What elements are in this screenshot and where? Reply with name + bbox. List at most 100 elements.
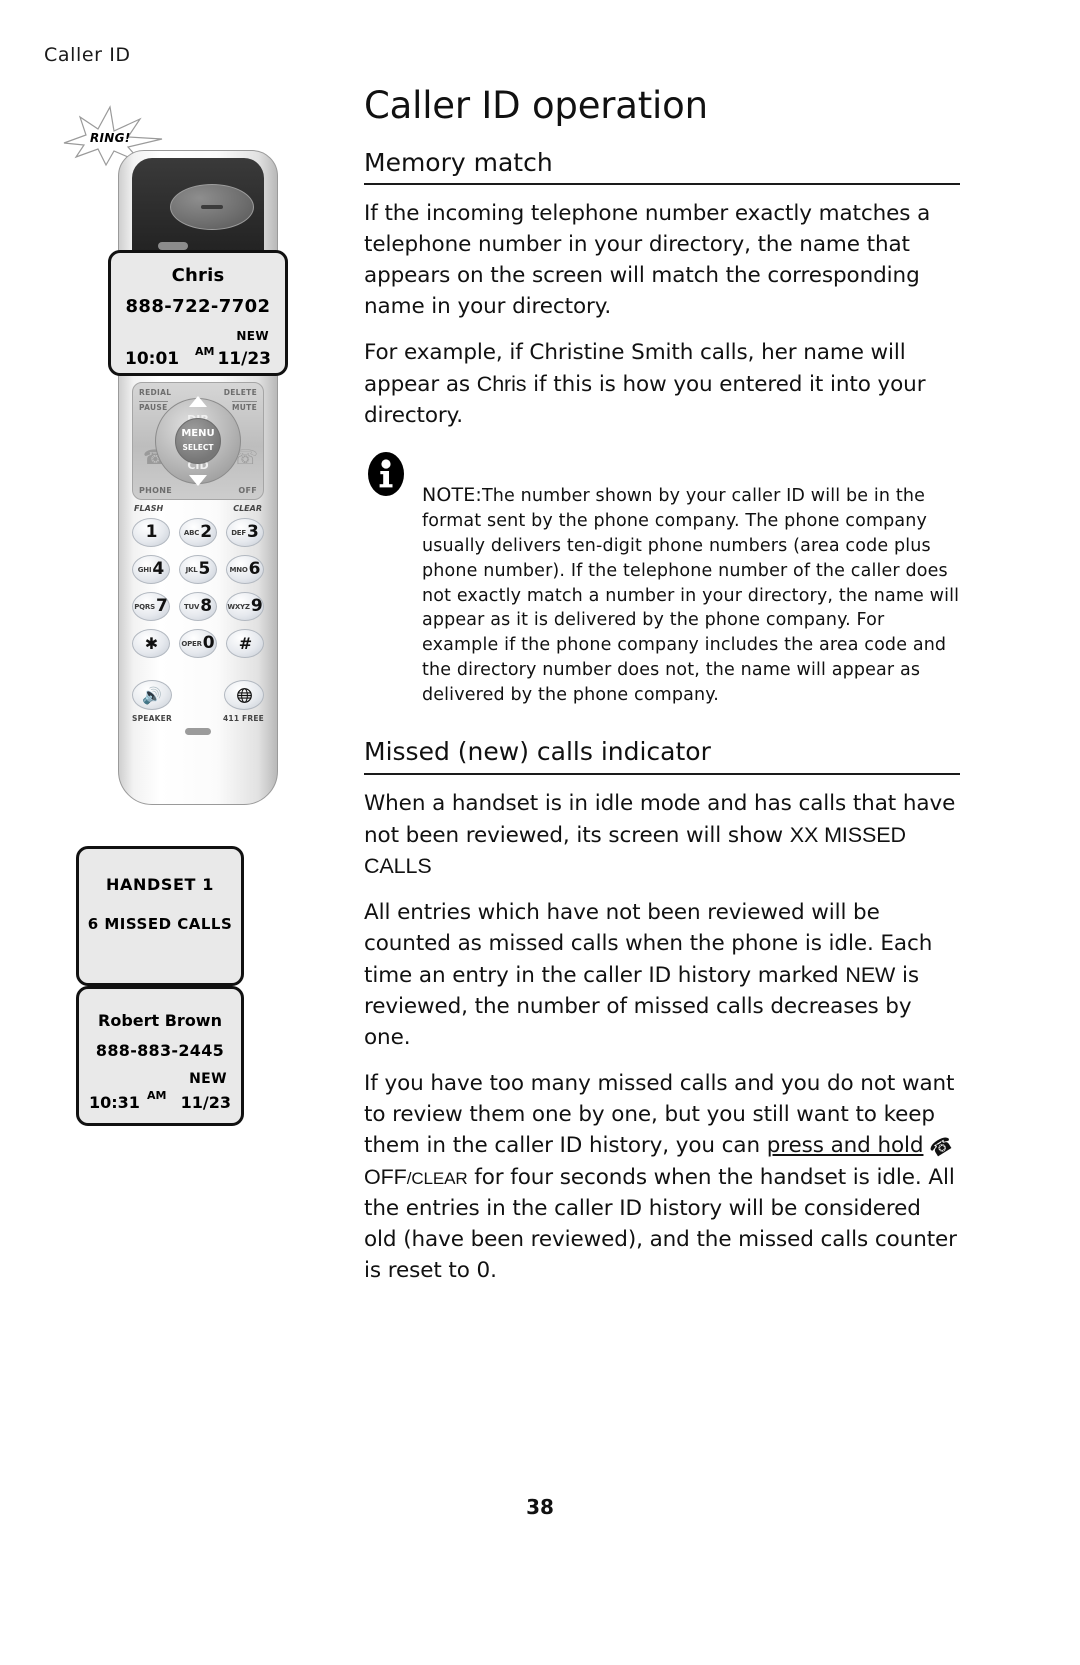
lcd-idle-missed-calls: 6 MISSED CALLS [87,915,233,933]
content-column: Caller ID operation Memory match If the … [364,84,960,1302]
key-3-sub: DEF [231,528,246,537]
lcd-date: 11/23 [217,349,271,369]
lcd-caller-name: Chris [171,265,225,286]
key-4-digit: 4 [152,559,165,579]
key-8-digit: 8 [200,596,213,616]
key-1-digit: 1 [145,522,158,542]
key-1: 1 [132,518,170,547]
lcd-caller-number: 888-722-7702 [125,296,271,317]
key-4: GHI 4 [132,555,170,584]
key-2-digit: 2 [200,522,213,542]
key-9-sub: WXYZ [227,602,250,611]
key-star-symbol: ✱ [144,634,159,653]
dpad-down-arrow-icon [189,475,207,486]
softkey-pause-label: PAUSE [139,401,168,412]
key-2: ABC 2 [179,518,217,547]
lcd-record-number: 888-883-2445 [95,1041,225,1060]
earpiece-icon [170,184,254,230]
missed-calls-paragraph-2: All entries which have not been reviewed… [364,898,960,1054]
softkey-off-label: OFF [238,486,257,495]
dpad-select-label: SELECT [182,443,214,452]
memory-match-paragraph-1: If the incoming telephone number exactly… [364,201,931,320]
key-4-sub: GHI [137,565,152,574]
key-3: DEF 3 [226,518,264,547]
keypad-row: PQRS 7 TUV 8 WXYZ 9 [132,592,264,621]
heading-rule [364,183,960,186]
mm-p2-emphasis: Chris [476,372,527,397]
note-body: The number shown by your caller ID will … [422,486,960,705]
lcd-record-new-badge: NEW [189,1071,227,1087]
keypad-row: ✱ OPER 0 # [132,629,264,658]
lcd-new-badge: NEW [236,329,269,343]
key-9-digit: 9 [250,596,263,616]
key-0-sub: OPER [181,639,202,648]
softkey-clear-label: CLEAR [233,504,262,513]
softkey-mute-label: MUTE [232,401,257,412]
key-6: MNO 6 [226,555,264,584]
page-title: Caller ID operation [364,84,708,127]
key-5: JKL 5 [179,555,217,584]
key-8-sub: TUV [183,602,200,611]
lcd-record-date: 11/23 [180,1093,231,1112]
missed-calls-paragraph-1: When a handset is in idle mode and has c… [364,789,960,884]
key-7-digit: 7 [155,596,168,616]
mc-p3-key-off: OFF [364,1165,407,1190]
note-block: NOTE:The number shown by your caller ID … [364,450,960,708]
key-star: ✱ [132,629,170,658]
page-number: 38 [526,1495,554,1519]
note-text: NOTE:The number shown by your caller ID … [422,450,960,708]
mc-p3-key-clear: CLEAR [411,1169,468,1189]
lcd-idle-handset-label: HANDSET 1 [106,875,214,894]
key-pound: # [226,629,264,658]
key-7-sub: PQRS [134,602,155,611]
att-411-label: 411 FREE [222,714,264,723]
dpad-center-button: MENU SELECT [175,418,221,464]
key-0-digit: 0 [202,633,215,653]
dpad-menu-label: MENU [181,428,215,439]
cordless-handset-illustration: Chris 888-722-7702 NEW 10:01 AM 11/23 RE… [108,150,288,850]
softkey-delete-label: DELETE [223,388,257,397]
key-0: OPER 0 [179,629,217,658]
handset-keypad: FLASH CLEAR 1 ABC 2 DEF 3 GHI 4 JKL 5 MN… [132,504,264,666]
running-header: Caller ID [44,44,131,66]
handset-lcd-screen: Chris 888-722-7702 NEW 10:01 AM 11/23 [108,250,288,376]
att-globe-icon [224,680,264,710]
speaker-icon: 🔊 [132,680,172,710]
dpad-up-arrow-icon [189,396,207,407]
lcd-idle-screen: HANDSET 1 6 MISSED CALLS [76,846,244,986]
earpiece-slot [201,205,223,209]
key-7: PQRS 7 [132,592,170,621]
key-2-sub: ABC [183,528,200,537]
key-8: TUV 8 [179,592,217,621]
note-label: NOTE: [422,484,482,507]
ring-burst-label: RING! [90,131,131,145]
lcd-record-ampm: AM [147,1089,167,1102]
softkey-redial-label: REDIAL [139,388,172,397]
section-heading-missed-calls: Missed (new) calls indicator [364,736,711,766]
key-3-digit: 3 [246,522,259,542]
lcd-ampm: AM [195,345,215,358]
section-heading-memory-match: Memory match [364,147,553,177]
softkey-phone-label: PHONE [139,486,173,495]
phone-handset-icon: ☎ [925,1131,958,1163]
key-6-digit: 6 [248,559,261,579]
handset-dpad: DIR CID MENU SELECT [155,396,241,486]
heading-rule [364,772,960,775]
key-5-digit: 5 [198,559,211,579]
key-6-sub: MNO [229,565,248,574]
keypad-row: 1 ABC 2 DEF 3 [132,518,264,547]
softkey-flash-label: FLASH [134,504,164,513]
lcd-caller-record-screen: Robert Brown 888-883-2445 NEW 10:31 AM 1… [76,986,244,1126]
lcd-time: 10:01 [125,349,180,369]
key-5-sub: JKL [185,565,198,574]
microphone-grille [185,728,211,735]
mc-p3-underline: press and hold [766,1133,924,1159]
keypad-row: GHI 4 JKL 5 MNO 6 [132,555,264,584]
key-9: WXYZ 9 [226,592,264,621]
handset-led-bar [158,242,188,250]
mc-p2-emphasis: NEW [845,963,896,988]
handset-bottom-keys: 🔊 SPEAKER 411 FREE [132,680,264,735]
lcd-record-name: Robert Brown [98,1011,222,1030]
missed-calls-paragraph-3: If you have too many missed calls and yo… [364,1069,960,1287]
handset-navigation-area: REDIAL PAUSE DELETE MUTE PHONE OFF ☎ ☏ D… [132,382,264,500]
